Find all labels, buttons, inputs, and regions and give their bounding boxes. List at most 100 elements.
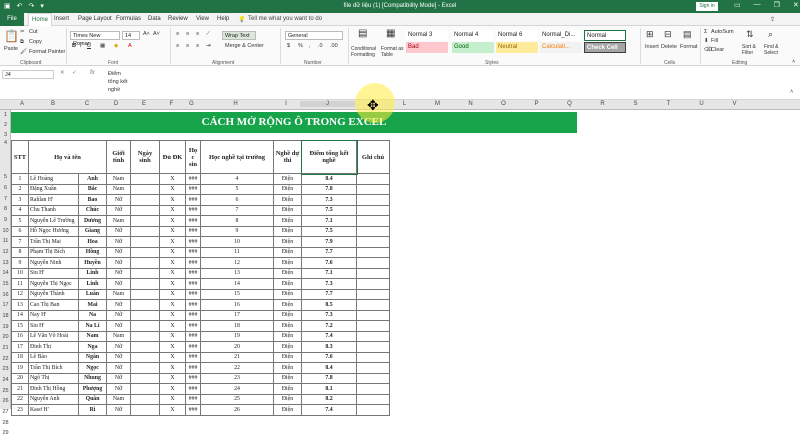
sign-in-button[interactable]: Sign in — [696, 2, 718, 11]
table-cell[interactable]: Lê Văn Võ Hoài — [28, 330, 79, 342]
table-cell[interactable]: X — [159, 215, 186, 227]
table-cell[interactable]: Na — [78, 309, 107, 321]
table-cell[interactable]: ### — [185, 204, 201, 216]
cell-style-6[interactable]: Good — [452, 42, 494, 53]
name-box[interactable]: J4 — [2, 70, 54, 79]
column-title[interactable]: Nghề dự thi — [273, 140, 302, 174]
table-cell[interactable]: ### — [185, 288, 201, 300]
table-cell[interactable] — [130, 393, 160, 405]
table-cell[interactable] — [356, 351, 390, 363]
table-cell[interactable]: 21 — [11, 383, 29, 395]
table-cell[interactable]: X — [159, 330, 186, 342]
table-cell[interactable] — [356, 309, 390, 321]
row-header[interactable]: 10 — [0, 228, 11, 234]
table-cell[interactable]: 5 — [200, 183, 274, 195]
font-color-icon[interactable]: A — [128, 43, 132, 49]
sheet-title-banner[interactable]: CÁCH MỞ RỘNG Ô TRONG EXCEL — [11, 112, 577, 133]
table-cell[interactable] — [130, 204, 160, 216]
table-cell[interactable]: X — [159, 257, 186, 269]
table-cell[interactable]: 7.3 — [301, 309, 357, 321]
table-cell[interactable]: Điện — [273, 204, 302, 216]
table-cell[interactable]: Nguyễn Thành — [28, 288, 79, 300]
table-cell[interactable] — [130, 194, 160, 206]
row-header[interactable]: 9 — [0, 217, 11, 223]
table-cell[interactable]: 13 — [11, 299, 29, 311]
autosum-button[interactable]: AutoSum — [711, 29, 734, 35]
table-cell[interactable]: 14 — [11, 309, 29, 321]
cell-style-7[interactable]: Neutral — [496, 42, 538, 53]
table-cell[interactable]: 7.4 — [301, 404, 357, 416]
table-cell[interactable]: Điện — [273, 225, 302, 237]
row-header[interactable]: 11 — [0, 238, 11, 244]
fill-color-icon[interactable]: ◆ — [114, 43, 118, 49]
table-cell[interactable]: Bao — [78, 194, 107, 206]
table-cell[interactable] — [130, 404, 160, 416]
table-cell[interactable]: Quân — [78, 393, 107, 405]
cell-style-2[interactable]: Normal 6 — [496, 30, 538, 41]
row-header[interactable]: 8 — [0, 206, 11, 212]
table-cell[interactable]: X — [159, 194, 186, 206]
table-cell[interactable]: 11 — [200, 246, 274, 258]
column-title[interactable]: Họ và tên — [28, 140, 107, 174]
insert-cells-icon[interactable]: ⊞ — [646, 29, 654, 40]
table-cell[interactable]: Huyền — [78, 257, 107, 269]
table-cell[interactable]: ### — [185, 383, 201, 395]
table-cell[interactable]: X — [159, 204, 186, 216]
table-cell[interactable] — [356, 215, 390, 227]
table-cell[interactable]: Nam — [106, 288, 131, 300]
table-cell[interactable]: Nữ — [106, 225, 131, 237]
table-cell[interactable]: Nữ — [106, 204, 131, 216]
table-cell[interactable]: X — [159, 362, 186, 374]
table-cell[interactable] — [130, 215, 160, 227]
table-cell[interactable]: Điện — [273, 341, 302, 353]
column-header-p[interactable]: P — [520, 101, 553, 107]
column-title[interactable]: Họ c sin — [185, 140, 201, 174]
table-cell[interactable]: 10 — [200, 236, 274, 248]
table-cell[interactable]: ### — [185, 341, 201, 353]
borders-icon[interactable]: ▦ — [100, 43, 105, 49]
table-cell[interactable]: Điện — [273, 362, 302, 374]
sort-filter-button[interactable]: Sort & Filter — [742, 44, 764, 56]
table-cell[interactable]: Điện — [273, 173, 302, 185]
table-cell[interactable]: Ngân — [78, 351, 107, 363]
table-cell[interactable]: X — [159, 173, 186, 185]
column-title[interactable]: Học nghề tại trường — [200, 140, 274, 174]
table-cell[interactable]: Đặng Xuân — [28, 183, 79, 195]
row-header[interactable]: 6 — [0, 185, 11, 191]
table-cell[interactable]: Nữ — [106, 372, 131, 384]
column-header-o[interactable]: O — [487, 101, 520, 107]
align-left-icon[interactable]: ≡ — [176, 43, 179, 49]
table-cell[interactable]: ### — [185, 309, 201, 321]
table-cell[interactable]: 7.6 — [301, 351, 357, 363]
column-title[interactable]: Điểm tổng kết nghề — [300, 139, 358, 175]
column-title[interactable]: Giới tính — [106, 140, 131, 174]
table-cell[interactable]: Anh — [78, 173, 107, 185]
table-cell[interactable]: Điện — [273, 320, 302, 332]
table-cell[interactable]: Nữ — [106, 278, 131, 290]
copy-icon[interactable]: ⧉ — [20, 39, 24, 46]
table-cell[interactable]: Điện — [273, 257, 302, 269]
table-cell[interactable]: 7 — [11, 236, 29, 248]
table-cell[interactable]: 22 — [200, 362, 274, 374]
table-cell[interactable]: X — [159, 267, 186, 279]
collapse-ribbon-icon[interactable]: ˄ — [792, 59, 795, 65]
row-header[interactable]: 12 — [0, 249, 11, 255]
table-cell[interactable]: ### — [185, 236, 201, 248]
column-title[interactable]: Ghi chú — [356, 140, 390, 174]
table-cell[interactable]: 7.5 — [301, 225, 357, 237]
comma-style-icon[interactable]: , — [309, 43, 311, 49]
column-header-e[interactable]: E — [130, 101, 158, 107]
italic-button[interactable]: I — [80, 43, 82, 49]
table-cell[interactable]: Nay H' — [28, 309, 79, 321]
table-cell[interactable]: Điện — [273, 330, 302, 342]
table-cell[interactable]: 15 — [200, 288, 274, 300]
fill-button[interactable]: Fill — [711, 38, 718, 44]
column-header-n[interactable]: N — [454, 101, 487, 107]
table-cell[interactable]: 7.6 — [301, 257, 357, 269]
table-cell[interactable] — [130, 309, 160, 321]
table-cell[interactable]: X — [159, 246, 186, 258]
table-cell[interactable]: 7.3 — [301, 194, 357, 206]
format-painter-icon[interactable]: 🖌 — [20, 49, 27, 55]
minimize-button[interactable]: — — [754, 1, 761, 9]
table-cell[interactable]: Điện — [273, 246, 302, 258]
